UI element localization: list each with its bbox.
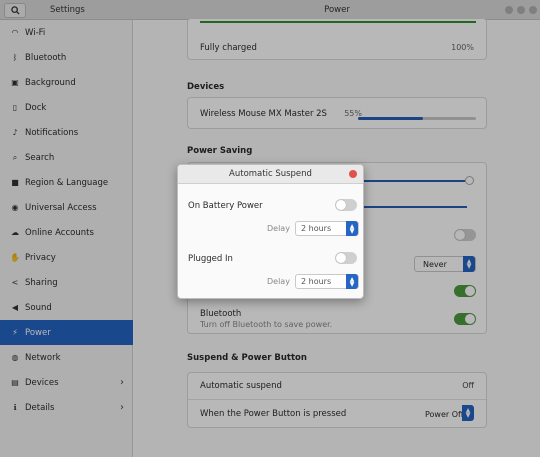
- toggle-on-battery[interactable]: [335, 199, 357, 211]
- chevron-updown-icon: ▲ ▼: [346, 221, 358, 236]
- battery-delay-select[interactable]: 2 hours ▲ ▼: [295, 221, 359, 236]
- plugged-in-label: Plugged In: [188, 254, 233, 264]
- automatic-suspend-dialog: Automatic Suspend On Battery Power Delay…: [177, 164, 364, 299]
- dialog-title: Automatic Suspend: [178, 165, 363, 184]
- chevron-updown-icon: ▲ ▼: [346, 274, 358, 289]
- plugged-delay-value: 2 hours: [301, 277, 332, 286]
- plugged-delay-label: Delay: [267, 277, 290, 286]
- battery-delay-label: Delay: [267, 224, 290, 233]
- dialog-close-button[interactable]: [349, 170, 357, 178]
- toggle-plugged-in[interactable]: [335, 252, 357, 264]
- plugged-delay-select[interactable]: 2 hours ▲ ▼: [295, 274, 359, 289]
- on-battery-label: On Battery Power: [188, 201, 263, 211]
- battery-delay-value: 2 hours: [301, 224, 332, 233]
